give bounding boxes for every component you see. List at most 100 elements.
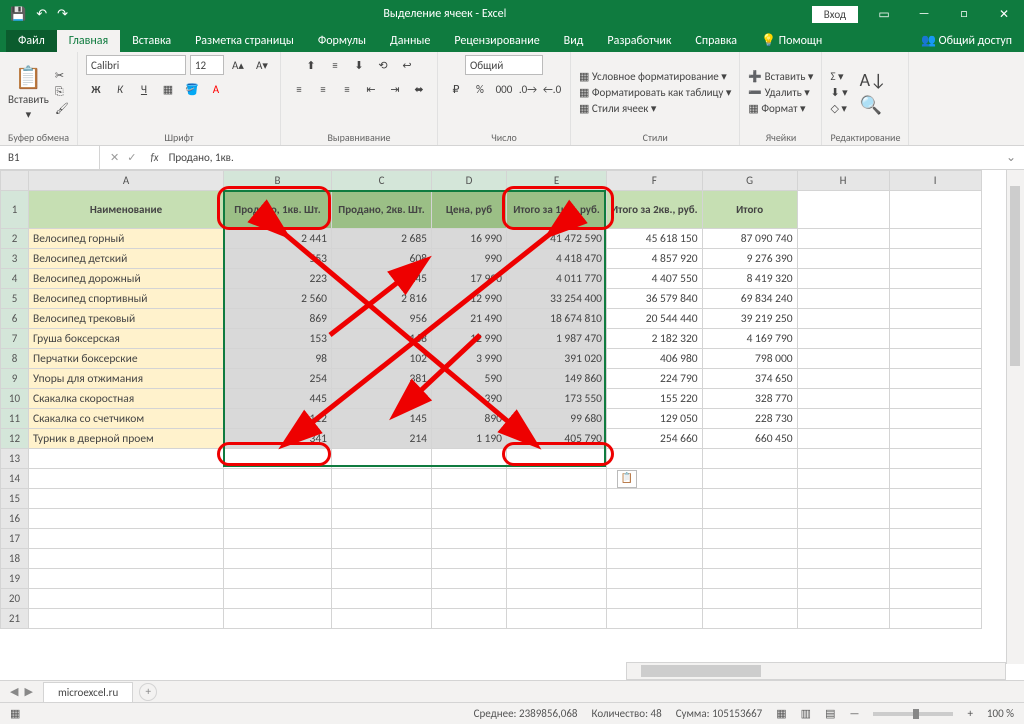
cell[interactable]: [607, 569, 703, 589]
format-cells-button[interactable]: ▦ Формат ▾: [748, 102, 813, 115]
cell[interactable]: 553: [224, 249, 332, 269]
view-layout-icon[interactable]: ▥: [801, 707, 811, 720]
cell[interactable]: [797, 589, 889, 609]
cell[interactable]: [332, 529, 432, 549]
cell[interactable]: [507, 469, 607, 489]
col-header[interactable]: C: [332, 171, 432, 191]
undo-icon[interactable]: ↶: [36, 7, 47, 22]
cell[interactable]: [332, 589, 432, 609]
save-icon[interactable]: 💾: [10, 7, 26, 22]
cell[interactable]: [432, 449, 507, 469]
cell[interactable]: 3 990: [432, 349, 507, 369]
cell[interactable]: [607, 609, 703, 629]
cell[interactable]: Велосипед трековый: [29, 309, 224, 329]
cell[interactable]: [702, 509, 797, 529]
sort-filter-icon[interactable]: A↓: [860, 69, 887, 91]
wrap-text-icon[interactable]: ↩: [397, 55, 417, 75]
indent-less-icon[interactable]: ⇤: [361, 79, 381, 99]
cell[interactable]: [507, 589, 607, 609]
cell[interactable]: Велосипед спортивный: [29, 289, 224, 309]
tab-developer[interactable]: Разработчик: [595, 30, 683, 52]
cell[interactable]: 4 169 790: [702, 329, 797, 349]
cell[interactable]: [607, 509, 703, 529]
align-middle-icon[interactable]: ≡: [325, 55, 345, 75]
cell[interactable]: Велосипед горный: [29, 229, 224, 249]
cell[interactable]: [702, 489, 797, 509]
cell[interactable]: Скакалка скоростная: [29, 389, 224, 409]
cell[interactable]: 168: [332, 329, 432, 349]
cell[interactable]: 20 544 440: [607, 309, 703, 329]
orientation-icon[interactable]: ⟲: [373, 55, 393, 75]
add-sheet-icon[interactable]: +: [139, 683, 157, 701]
cell[interactable]: 1 190: [432, 429, 507, 449]
worksheet-grid[interactable]: ABCDEFGHI1НаименованиеПродано, 1кв. Шт.П…: [0, 170, 1024, 664]
cell[interactable]: [332, 569, 432, 589]
col-header[interactable]: D: [432, 171, 507, 191]
cell[interactable]: [224, 469, 332, 489]
cell[interactable]: [702, 549, 797, 569]
cell[interactable]: 17 990: [432, 269, 507, 289]
sheet-tab[interactable]: microexcel.ru: [43, 682, 133, 702]
table-header[interactable]: Итого за 1кв., руб.: [507, 191, 607, 229]
cell[interactable]: 69 834 240: [702, 289, 797, 309]
cell[interactable]: [507, 449, 607, 469]
table-header[interactable]: Продано, 2кв. Шт.: [332, 191, 432, 229]
row-header[interactable]: 5: [1, 289, 29, 309]
cell[interactable]: [607, 529, 703, 549]
cell[interactable]: [702, 569, 797, 589]
cell[interactable]: [224, 509, 332, 529]
cell[interactable]: [224, 449, 332, 469]
cell[interactable]: [607, 449, 703, 469]
shrink-font-icon[interactable]: A▾: [252, 55, 272, 75]
format-painter-icon[interactable]: 🖌: [55, 102, 69, 115]
cell[interactable]: [607, 549, 703, 569]
tab-insert[interactable]: Вставка: [120, 30, 183, 52]
row-header[interactable]: 17: [1, 529, 29, 549]
table-header[interactable]: Цена, руб: [432, 191, 507, 229]
cell[interactable]: 4 857 920: [607, 249, 703, 269]
cell[interactable]: 2 560: [224, 289, 332, 309]
row-header[interactable]: 10: [1, 389, 29, 409]
macro-record-icon[interactable]: ▦: [10, 707, 20, 720]
align-center-icon[interactable]: ≡: [313, 79, 333, 99]
cell[interactable]: 245: [332, 269, 432, 289]
cell[interactable]: [29, 589, 224, 609]
cell[interactable]: 405 790: [507, 429, 607, 449]
cell[interactable]: 36 579 840: [607, 289, 703, 309]
cell[interactable]: [797, 489, 889, 509]
row-header[interactable]: 18: [1, 549, 29, 569]
cell[interactable]: [224, 589, 332, 609]
cell[interactable]: [702, 449, 797, 469]
cell[interactable]: 102: [332, 349, 432, 369]
col-header[interactable]: I: [889, 171, 981, 191]
share-button[interactable]: 👥 Общий доступ: [909, 29, 1024, 52]
cell[interactable]: [797, 449, 889, 469]
cell[interactable]: [889, 489, 981, 509]
select-all-corner[interactable]: [1, 171, 29, 191]
cell[interactable]: [332, 549, 432, 569]
cell[interactable]: 8 419 320: [702, 269, 797, 289]
cell[interactable]: 129 050: [607, 409, 703, 429]
fill-icon[interactable]: ⬇ ▾: [830, 86, 847, 99]
cell[interactable]: [797, 549, 889, 569]
row-header[interactable]: 3: [1, 249, 29, 269]
percent-icon[interactable]: %: [470, 79, 490, 99]
cell[interactable]: [332, 509, 432, 529]
cell[interactable]: [332, 469, 432, 489]
cell[interactable]: 2 441: [224, 229, 332, 249]
font-color-icon[interactable]: A: [206, 79, 226, 99]
cancel-formula-icon[interactable]: ✕: [110, 151, 119, 164]
cell[interactable]: 87 090 740: [702, 229, 797, 249]
redo-icon[interactable]: ↷: [57, 7, 68, 22]
clear-icon[interactable]: ◇ ▾: [830, 102, 847, 115]
cell[interactable]: [797, 569, 889, 589]
cell[interactable]: [432, 529, 507, 549]
prev-sheet-icon[interactable]: ◀: [10, 685, 18, 698]
row-header[interactable]: 2: [1, 229, 29, 249]
close-icon[interactable]: ✕: [984, 0, 1024, 28]
cell[interactable]: 445: [224, 389, 332, 409]
italic-button[interactable]: К: [110, 79, 130, 99]
col-header[interactable]: F: [607, 171, 703, 191]
number-format-combo[interactable]: Общий: [465, 55, 543, 75]
cell[interactable]: [432, 569, 507, 589]
